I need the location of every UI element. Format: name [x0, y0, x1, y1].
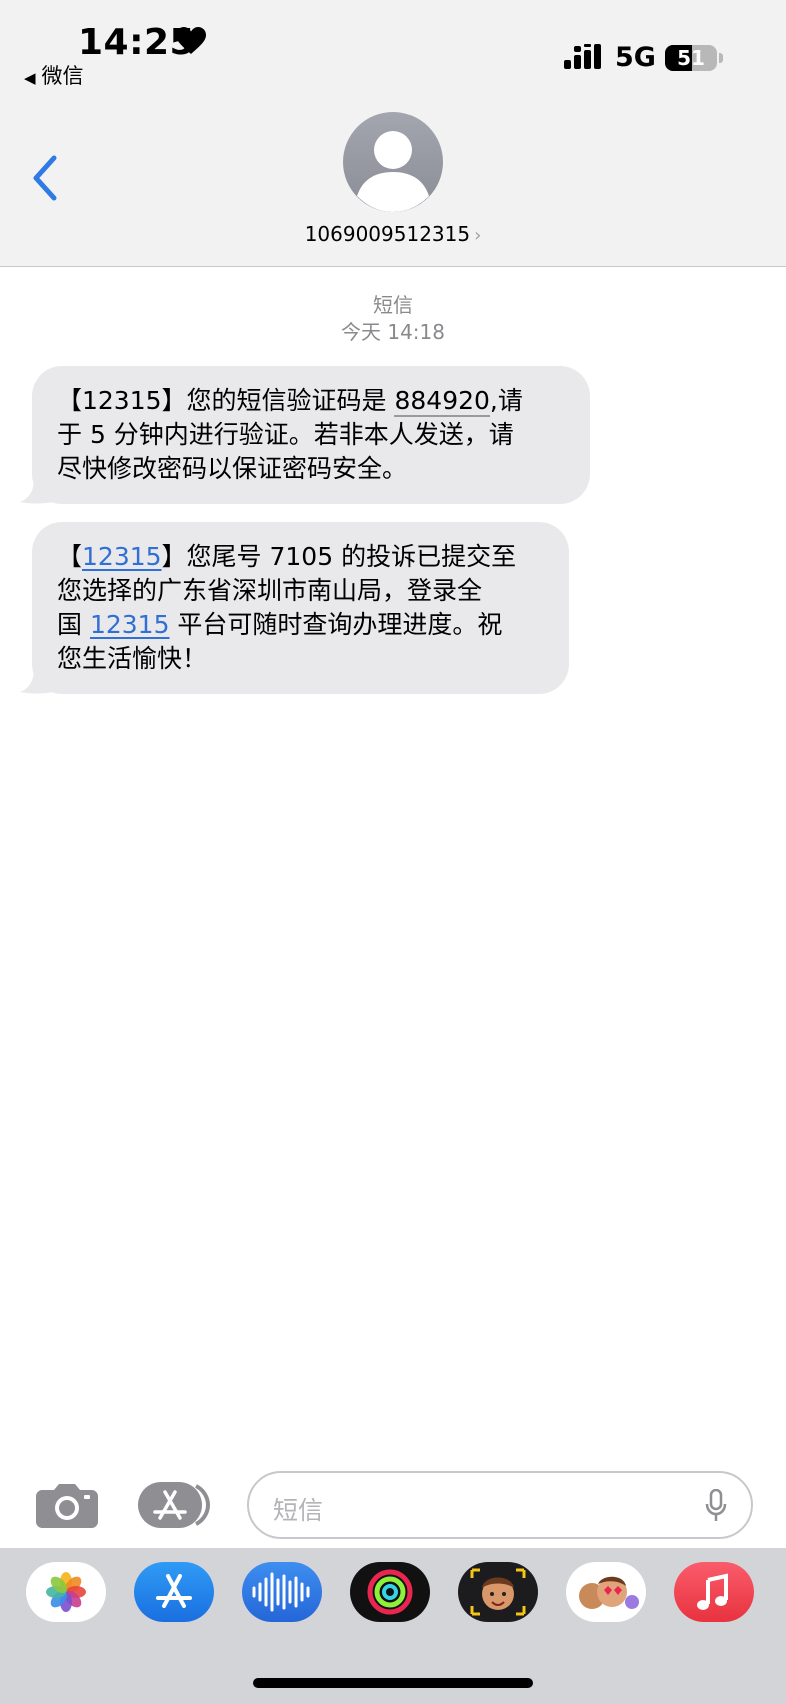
message-line: 【12315】您尾号 7105 的投诉已提交至 [57, 540, 545, 574]
thread-meta: 短信 今天 14:18 [0, 292, 786, 346]
app-store-apps-icon[interactable] [138, 1482, 214, 1528]
chevron-right-icon: › [474, 225, 482, 246]
message-text: ,请 [489, 386, 523, 415]
thread-timestamp: 今天 14:18 [341, 320, 445, 344]
back-triangle-icon: ◀ [24, 69, 36, 87]
message-line: 【12315】您的短信验证码是 884920,请 [57, 384, 566, 418]
back-app-label: 微信 [41, 64, 84, 88]
person-icon [357, 131, 429, 212]
message-bubble[interactable]: 【12315】您尾号 7105 的投诉已提交至 您选择的广东省深圳市南山局，登录… [20, 522, 569, 694]
message-text: 】您尾号 7105 的投诉已提交至 [161, 542, 517, 571]
message-text: 国 [57, 610, 90, 639]
message-line: 您生活愉快！ [57, 644, 208, 673]
conversation-header: 1069009512315 › [0, 110, 786, 267]
message-text: 平台可随时查询办理进度。祝 [169, 610, 503, 639]
message-bubble[interactable]: 【12315】您的短信验证码是 884920,请 于 5 分钟内进行验证。若非本… [20, 366, 590, 504]
photos-icon[interactable] [26, 1562, 106, 1622]
bubble-tail [20, 668, 54, 694]
bubble-tail [20, 478, 54, 504]
signal-icon [564, 44, 601, 69]
back-to-app-link[interactable]: ◀ 微信 [24, 60, 84, 90]
message-line: 您选择的广东省深圳市南山局，登录全 [57, 576, 483, 605]
camera-icon[interactable] [36, 1482, 98, 1528]
thread-label: 短信 [373, 293, 413, 317]
heart-icon [176, 27, 206, 54]
composer-bar: 短信 [0, 1460, 786, 1548]
battery-icon: 51 [665, 45, 717, 71]
message-line: 于 5 分钟内进行验证。若非本人发送，请 [57, 420, 514, 449]
message-text: 【 [57, 542, 83, 571]
network-type: 5G [615, 42, 656, 73]
phone-link[interactable]: 12315 [90, 610, 170, 639]
back-chevron-icon[interactable] [28, 148, 68, 208]
home-indicator[interactable] [253, 1678, 533, 1688]
battery-tip [719, 53, 723, 63]
message-text: 【12315】您的短信验证码是 [57, 386, 395, 415]
memoji-icon[interactable] [458, 1562, 538, 1622]
microphone-icon[interactable] [705, 1489, 727, 1523]
audio-messages-icon[interactable] [242, 1562, 322, 1622]
animoji-icon[interactable] [566, 1562, 646, 1622]
contact-name[interactable]: 1069009512315 › [0, 222, 786, 246]
battery-level: 51 [677, 46, 705, 70]
message-line: 国 12315 平台可随时查询办理进度。祝 [57, 608, 545, 642]
avatar[interactable] [343, 112, 443, 212]
message-input[interactable]: 短信 [247, 1471, 753, 1539]
app-drawer [0, 1548, 786, 1704]
contact-number: 1069009512315 [304, 222, 471, 246]
phone-link[interactable]: 12315 [82, 542, 162, 571]
message-line: 尽快修改密码以保证密码安全。 [57, 454, 408, 483]
status-bar: 14:25 ◀ 微信 5G 51 [0, 0, 786, 110]
music-icon[interactable] [674, 1562, 754, 1622]
verification-code[interactable]: 884920 [394, 386, 490, 417]
fitness-icon[interactable] [350, 1562, 430, 1622]
app-store-icon[interactable] [134, 1562, 214, 1622]
message-input-placeholder: 短信 [273, 1496, 324, 1525]
